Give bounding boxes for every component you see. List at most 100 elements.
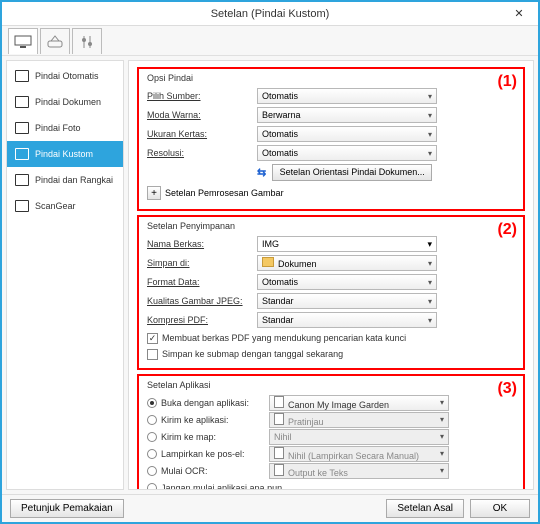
section-marker-3: (3) bbox=[497, 380, 517, 398]
titlebar: Setelan (Pindai Kustom) ✕ bbox=[2, 2, 538, 26]
mail-icon bbox=[274, 447, 284, 459]
instructions-button[interactable]: Petunjuk Pemakaian bbox=[10, 499, 124, 518]
doc-icon bbox=[15, 70, 29, 82]
radio-icon bbox=[147, 398, 157, 408]
paper-size-label: Ukuran Kertas: bbox=[147, 129, 257, 139]
start-ocr-dropdown[interactable]: Output ke Teks▾ bbox=[269, 463, 449, 479]
jpeg-quality-label: Kualitas Gambar JPEG: bbox=[147, 296, 257, 306]
ok-button[interactable]: OK bbox=[470, 499, 530, 518]
color-mode-dropdown[interactable]: Berwarna▾ bbox=[257, 107, 437, 123]
sidebar-item-photo[interactable]: Pindai Foto bbox=[7, 115, 123, 141]
main-panel: (1) Opsi Pindai Pilih Sumber:Otomatis▾ M… bbox=[128, 60, 534, 490]
send-to-folder-dropdown[interactable]: Nihil▾ bbox=[269, 429, 449, 445]
data-format-dropdown[interactable]: Otomatis▾ bbox=[257, 274, 437, 290]
doc-icon bbox=[15, 96, 29, 108]
chevron-down-icon: ▾ bbox=[428, 149, 432, 158]
swap-icon: ⇆ bbox=[257, 166, 266, 179]
chevron-down-icon: ▾ bbox=[440, 432, 444, 441]
app-icon bbox=[274, 413, 284, 425]
open-with-app-radio[interactable]: Buka dengan aplikasi:Canon My Image Gard… bbox=[147, 394, 515, 411]
chevron-down-icon: ▾ bbox=[440, 398, 444, 407]
body: Pindai Otomatis Pindai Dokumen Pindai Fo… bbox=[2, 56, 538, 494]
top-tabbar bbox=[2, 26, 538, 56]
sidebar-item-document[interactable]: Pindai Dokumen bbox=[7, 89, 123, 115]
send-to-app-dropdown[interactable]: Pratinjau▾ bbox=[269, 412, 449, 428]
send-to-app-radio[interactable]: Kirim ke aplikasi:Pratinjau▾ bbox=[147, 411, 515, 428]
settings-window: Setelan (Pindai Kustom) ✕ Pindai Otomati… bbox=[0, 0, 540, 524]
chevron-down-icon: ▾ bbox=[428, 130, 432, 139]
section-title: Setelan Aplikasi bbox=[147, 380, 515, 390]
chevron-down-icon: ▾ bbox=[428, 316, 432, 325]
start-ocr-radio[interactable]: Mulai OCR:Output ke Teks▾ bbox=[147, 462, 515, 479]
sidebar-item-label: Pindai Dokumen bbox=[35, 97, 101, 107]
pdf-keyword-checkbox[interactable]: ✓Membuat berkas PDF yang mendukung penca… bbox=[147, 330, 515, 346]
select-source-dropdown[interactable]: Otomatis▾ bbox=[257, 88, 437, 104]
data-format-label: Format Data: bbox=[147, 277, 257, 287]
sidebar-item-label: Pindai Foto bbox=[35, 123, 81, 133]
sidebar: Pindai Otomatis Pindai Dokumen Pindai Fo… bbox=[6, 60, 124, 490]
chevron-down-icon: ▾ bbox=[440, 449, 444, 458]
section-marker-2: (2) bbox=[497, 221, 517, 239]
tab-scan-from-panel[interactable] bbox=[40, 28, 70, 54]
defaults-button[interactable]: Setelan Asal bbox=[386, 499, 464, 518]
chevron-down-icon: ▾ bbox=[440, 466, 444, 475]
tab-scan-from-computer[interactable] bbox=[8, 28, 38, 54]
resolution-dropdown[interactable]: Otomatis▾ bbox=[257, 145, 437, 161]
stitch-icon bbox=[15, 174, 29, 186]
file-name-label: Nama Berkas: bbox=[147, 239, 257, 249]
chevron-down-icon: ▾ bbox=[427, 239, 432, 250]
orientation-settings-button[interactable]: Setelan Orientasi Pindai Dokumen... bbox=[272, 164, 432, 181]
radio-icon bbox=[147, 449, 157, 459]
custom-icon bbox=[15, 148, 29, 160]
select-source-label: Pilih Sumber: bbox=[147, 91, 257, 101]
attach-email-radio[interactable]: Lampirkan ke pos-el:Nihil (Lampirkan Sec… bbox=[147, 445, 515, 462]
sidebar-item-label: Pindai dan Rangkai bbox=[35, 175, 113, 185]
file-name-input[interactable]: IMG▾ bbox=[257, 236, 437, 252]
save-in-dropdown[interactable]: Dokumen▾ bbox=[257, 255, 437, 271]
app-icon bbox=[274, 396, 284, 408]
close-button[interactable]: ✕ bbox=[504, 4, 534, 22]
open-with-app-dropdown[interactable]: Canon My Image Garden▾ bbox=[269, 395, 449, 411]
save-settings-section: (2) Setelan Penyimpanan Nama Berkas:IMG▾… bbox=[137, 215, 525, 370]
radio-icon bbox=[147, 466, 157, 476]
save-subfolder-checkbox[interactable]: Simpan ke submap dengan tanggal sekarang bbox=[147, 346, 515, 362]
save-in-label: Simpan di: bbox=[147, 258, 257, 268]
jpeg-quality-dropdown[interactable]: Standar▾ bbox=[257, 293, 437, 309]
text-icon bbox=[274, 464, 284, 476]
section-title: Setelan Penyimpanan bbox=[147, 221, 515, 231]
pdf-compression-dropdown[interactable]: Standar▾ bbox=[257, 312, 437, 328]
sidebar-item-auto[interactable]: Pindai Otomatis bbox=[7, 63, 123, 89]
folder-icon bbox=[262, 257, 274, 267]
scan-options-section: (1) Opsi Pindai Pilih Sumber:Otomatis▾ M… bbox=[137, 67, 525, 211]
sliders-icon bbox=[80, 35, 94, 49]
chevron-down-icon: ▾ bbox=[428, 111, 432, 120]
image-processing-label: Setelan Pemrosesan Gambar bbox=[165, 188, 284, 198]
sidebar-item-label: Pindai Kustom bbox=[35, 149, 93, 159]
sidebar-item-stitch[interactable]: Pindai dan Rangkai bbox=[7, 167, 123, 193]
chevron-down-icon: ▾ bbox=[428, 278, 432, 287]
photo-icon bbox=[15, 122, 29, 134]
monitor-icon bbox=[14, 35, 32, 49]
chevron-down-icon: ▾ bbox=[428, 297, 432, 306]
send-to-folder-radio[interactable]: Kirim ke map:Nihil▾ bbox=[147, 428, 515, 445]
footer: Petunjuk Pemakaian Setelan Asal OK bbox=[2, 494, 538, 522]
paper-size-dropdown[interactable]: Otomatis▾ bbox=[257, 126, 437, 142]
sidebar-item-custom[interactable]: Pindai Kustom bbox=[7, 141, 123, 167]
expand-button[interactable]: + bbox=[147, 186, 161, 200]
no-app-radio[interactable]: Jangan mulai aplikasi apa pun bbox=[147, 479, 515, 490]
attach-email-dropdown[interactable]: Nihil (Lampirkan Secara Manual)▾ bbox=[269, 446, 449, 462]
scanner-icon bbox=[46, 35, 64, 49]
radio-icon bbox=[147, 415, 157, 425]
checkbox-icon: ✓ bbox=[147, 333, 158, 344]
tab-general-settings[interactable] bbox=[72, 28, 102, 54]
sidebar-item-label: ScanGear bbox=[35, 201, 76, 211]
pdf-compression-label: Kompresi PDF: bbox=[147, 315, 257, 325]
sidebar-item-scangear[interactable]: ScanGear bbox=[7, 193, 123, 219]
resolution-label: Resolusi: bbox=[147, 148, 257, 158]
chevron-down-icon: ▾ bbox=[440, 415, 444, 424]
section-marker-1: (1) bbox=[497, 73, 517, 91]
section-title: Opsi Pindai bbox=[147, 73, 515, 83]
radio-icon bbox=[147, 432, 157, 442]
chevron-down-icon: ▾ bbox=[428, 259, 432, 268]
chevron-down-icon: ▾ bbox=[428, 92, 432, 101]
